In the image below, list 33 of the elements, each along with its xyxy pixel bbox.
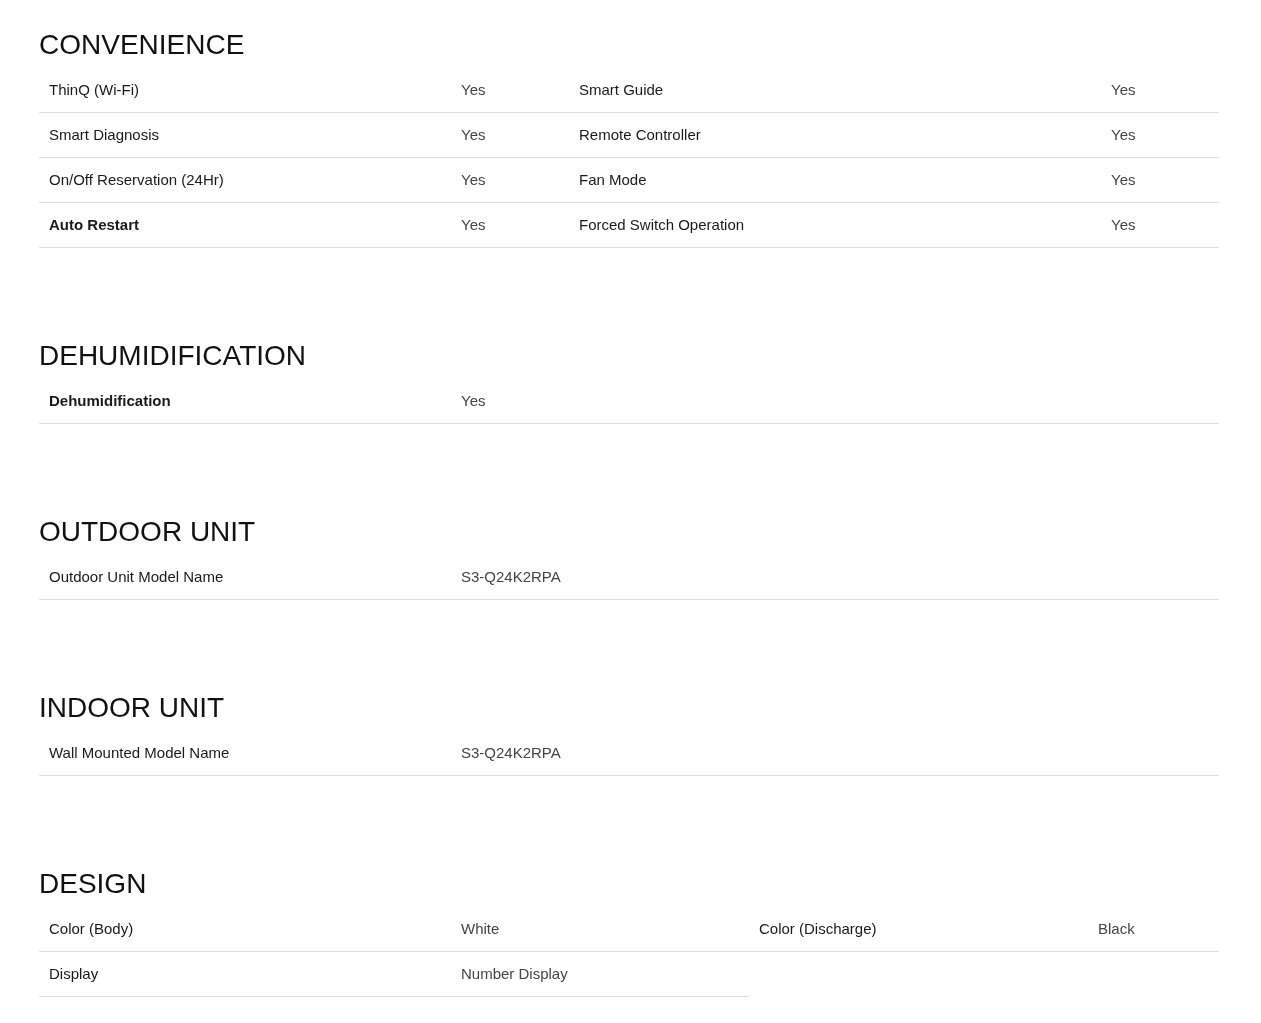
spec-value: Yes <box>461 390 486 411</box>
spec-value: Yes <box>1111 124 1136 145</box>
spec-label: Auto Restart <box>49 215 139 233</box>
section-heading: OUTDOOR UNIT <box>39 515 256 549</box>
spec-value: Yes <box>461 214 486 235</box>
section-heading: INDOOR UNIT <box>39 691 225 725</box>
spec-label: Display <box>49 964 99 982</box>
spec-label: Color (Body) <box>49 919 134 937</box>
spec-value: Yes <box>1111 79 1136 100</box>
spec-value: S3-Q24K2RPA <box>461 742 561 763</box>
spec-label: Dehumidification <box>49 391 171 409</box>
spec-label: Forced Switch Operation <box>579 215 745 233</box>
spec-value: Yes <box>461 169 486 190</box>
spec-value: Yes <box>1111 214 1136 235</box>
section-heading: DESIGN <box>39 867 147 901</box>
spec-label: Outdoor Unit Model Name <box>49 567 224 585</box>
spec-value: Yes <box>461 79 486 100</box>
section-heading: CONVENIENCE <box>39 28 245 62</box>
spec-label: On/Off Reservation (24Hr) <box>49 170 224 188</box>
spec-value: Yes <box>461 124 486 145</box>
spec-label: Smart Diagnosis <box>49 125 160 143</box>
spec-label: ThinQ (Wi-Fi) <box>49 80 139 98</box>
section-heading: DEHUMIDIFICATION <box>39 339 307 373</box>
spec-label: Wall Mounted Model Name <box>49 743 230 761</box>
spec-value: Yes <box>1111 169 1136 190</box>
spec-label: Fan Mode <box>579 170 647 188</box>
spec-label: Remote Controller <box>579 125 701 143</box>
spec-label: Smart Guide <box>579 80 664 98</box>
spec-value: White <box>461 918 500 939</box>
spec-value: Black <box>1098 918 1135 939</box>
spec-value: Number Display <box>461 963 568 984</box>
spec-label: Color (Discharge) <box>759 919 877 937</box>
spec-value: S3-Q24K2RPA <box>461 566 561 587</box>
